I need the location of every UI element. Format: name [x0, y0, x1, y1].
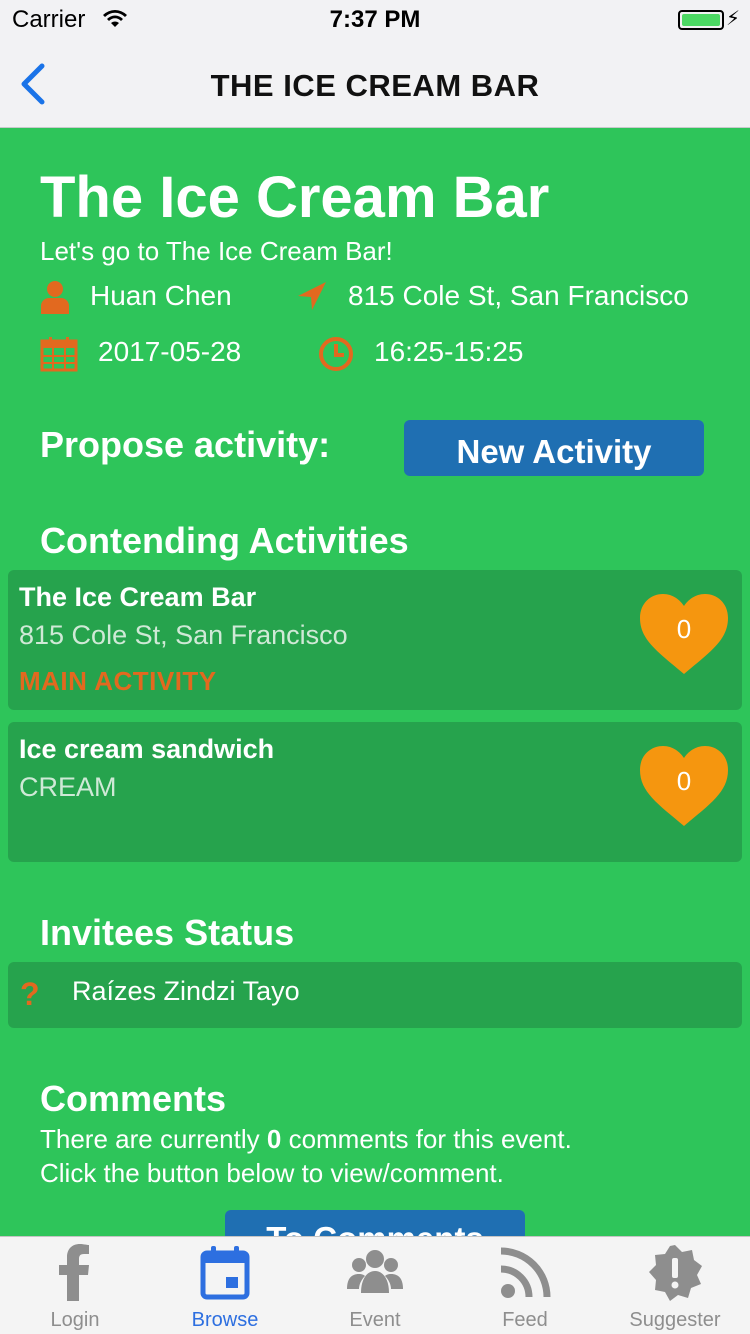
- date-text: 2017-05-28: [98, 336, 242, 367]
- question-mark-icon: ?: [20, 976, 40, 1012]
- event-date: 2017-05-28: [40, 336, 280, 372]
- like-button[interactable]: 0: [638, 744, 730, 828]
- comments-prefix: There are currently: [40, 1124, 267, 1154]
- alert-badge-icon: [649, 1245, 702, 1301]
- event-detail[interactable]: The Ice Cream Bar Let's go to The Ice Cr…: [0, 128, 750, 1236]
- contending-heading: Contending Activities: [40, 520, 409, 561]
- facebook-icon: [59, 1244, 89, 1301]
- clock-icon: [318, 336, 354, 379]
- tab-feed[interactable]: Feed: [450, 1237, 600, 1334]
- comments-instruction: Click the button below to view/comment.: [40, 1158, 504, 1188]
- event-subtitle: Let's go to The Ice Cream Bar!: [40, 236, 393, 266]
- battery-icon: [678, 10, 724, 30]
- tab-bar: Login Browse Event Feed Suggester: [0, 1236, 750, 1334]
- event-address: 815 Cole St, San Francisco: [296, 280, 736, 316]
- tab-suggester[interactable]: Suggester: [600, 1237, 750, 1334]
- location-arrow-icon: [296, 280, 328, 319]
- comments-summary: There are currently 0 comments for this …: [40, 1122, 572, 1190]
- status-time: 7:37 PM: [329, 6, 421, 33]
- time-text: 16:25-15:25: [374, 336, 524, 367]
- tab-event[interactable]: Event: [300, 1237, 450, 1334]
- tab-login[interactable]: Login: [0, 1237, 150, 1334]
- comments-heading: Comments: [40, 1078, 227, 1119]
- event-time: 16:25-15:25: [318, 336, 618, 372]
- rss-icon: [500, 1247, 551, 1298]
- nav-title: THE ICE CREAM BAR: [210, 68, 540, 103]
- status-bar: Carrier 7:37 PM ⚡: [0, 0, 750, 40]
- activity-detail: CREAM: [19, 772, 117, 802]
- tab-label: Feed: [502, 1309, 548, 1331]
- charging-icon: ⚡: [725, 8, 740, 30]
- comments-count: 0: [266, 1124, 282, 1154]
- invitees-heading: Invitees Status: [40, 912, 295, 953]
- event-title: The Ice Cream Bar: [40, 165, 550, 230]
- activity-detail: 815 Cole St, San Francisco: [19, 620, 348, 650]
- event-host: Huan Chen: [40, 280, 280, 316]
- calendar-icon: [200, 1246, 250, 1300]
- tab-label: Login: [50, 1309, 100, 1331]
- main-activity-tag: MAIN ACTIVITY: [19, 666, 217, 696]
- top-bar: Carrier 7:37 PM ⚡ THE ICE CREAM BAR: [0, 0, 750, 128]
- propose-label: Propose activity:: [40, 424, 331, 465]
- tab-label: Browse: [191, 1309, 259, 1331]
- activity-card[interactable]: Ice cream sandwich CREAM 0: [8, 722, 742, 862]
- tab-browse[interactable]: Browse: [150, 1237, 300, 1334]
- host-name: Huan Chen: [90, 280, 232, 311]
- address-text: 815 Cole St, San Francisco: [348, 280, 689, 311]
- tab-label: Event: [349, 1309, 401, 1331]
- invitee-name: Raízes Zindzi Tayo: [72, 976, 300, 1006]
- to-comments-button[interactable]: To Comments: [225, 1210, 525, 1236]
- group-icon: [347, 1250, 403, 1293]
- activity-name: Ice cream sandwich: [19, 734, 275, 764]
- calendar-icon: [40, 336, 78, 379]
- new-activity-button[interactable]: New Activity: [404, 420, 704, 476]
- like-count: 0: [676, 766, 692, 796]
- like-button[interactable]: 0: [638, 592, 730, 676]
- activity-card[interactable]: The Ice Cream Bar 815 Cole St, San Franc…: [8, 570, 742, 710]
- person-icon: [40, 280, 70, 321]
- like-count: 0: [676, 614, 692, 644]
- comments-suffix: comments for this event.: [281, 1124, 572, 1154]
- tab-label: Suggester: [629, 1309, 721, 1331]
- invitee-row[interactable]: ? Raízes Zindzi Tayo: [8, 962, 742, 1028]
- activity-name: The Ice Cream Bar: [19, 582, 257, 612]
